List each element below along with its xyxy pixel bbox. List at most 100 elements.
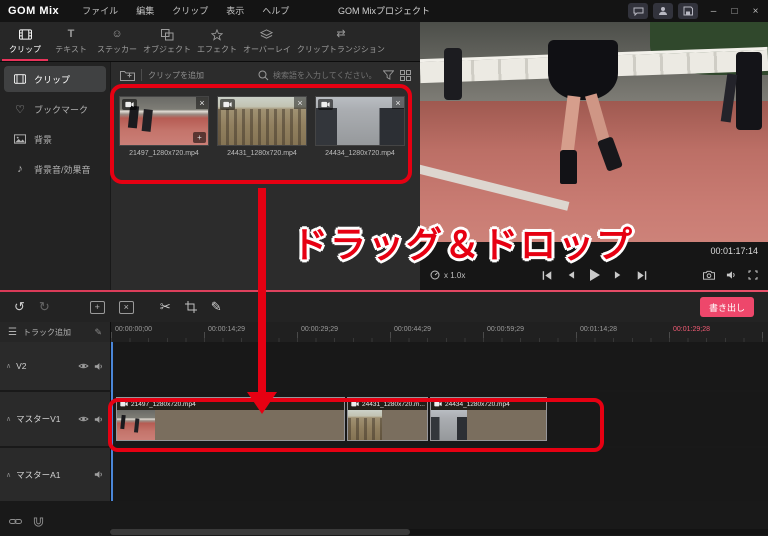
export-button[interactable]: 書き出し [700,297,754,317]
search-input[interactable] [273,70,377,80]
add-clip-label[interactable]: クリップを追加 [148,70,204,81]
volume-icon[interactable] [726,270,737,280]
fullscreen-icon[interactable] [748,270,758,280]
crop-icon[interactable] [184,301,197,313]
track-name: V2 [16,361,27,371]
save-button[interactable] [678,3,698,19]
collapse-chevron-icon[interactable]: ∧ [6,415,11,423]
video-pedestrian [736,52,762,130]
smiley-icon: ☺ [111,28,123,40]
track-row-master-a1: ∧ マスターA1 [0,448,768,501]
tab-clip-transition[interactable]: ⇄ クリップトランジション [294,22,388,61]
timeline-header: ☰ トラック追加 ✎ 00:00:00;00 00:00:14;29 00:00… [0,322,768,342]
project-title: GOM Mixプロジェクト [338,6,430,16]
timeline-ruler[interactable]: 00:00:00;00 00:00:14;29 00:00:29;29 00:0… [110,322,768,342]
skip-end-icon[interactable] [636,270,648,281]
tab-label: オーバーレイ [243,45,291,54]
tab-label: エフェクト [197,45,237,54]
timeline-toolbar: ↺ ↻ + × ✂ ✎ 書き出し [0,292,768,322]
filter-icon[interactable] [383,70,394,80]
mute-speaker-icon[interactable] [94,415,104,424]
person-icon [658,6,668,16]
undo-icon[interactable]: ↺ [14,299,25,315]
collapse-chevron-icon[interactable]: ∧ [6,471,11,479]
menu-help[interactable]: ヘルプ [253,0,298,22]
tab-text[interactable]: T テキスト [48,22,94,61]
delete-clip-box-icon[interactable]: × [118,300,134,314]
tab-label: クリップ [9,45,41,54]
tab-label: テキスト [55,45,87,54]
add-clip-icon[interactable] [120,69,135,81]
minimize-button[interactable]: – [703,0,724,22]
sidebar-item-bookmark[interactable]: ♡ ブックマーク [4,96,106,122]
tab-sticker[interactable]: ☺ ステッカー [94,22,140,61]
menu-edit[interactable]: 編集 [127,0,163,22]
track-content-v2[interactable] [110,342,768,390]
speed-value: x 1.0x [444,270,466,280]
mute-speaker-icon[interactable] [94,362,104,371]
edit-tracks-icon[interactable]: ✎ [94,327,102,338]
scrollbar-thumb[interactable] [110,529,410,535]
snap-magnet-icon[interactable] [33,517,44,528]
frame-back-icon[interactable] [566,270,575,280]
mute-speaker-icon[interactable] [94,470,104,479]
timeline-footer-tools [9,517,44,528]
titlebar: GOM Mix ファイル 編集 クリップ 表示 ヘルプ GOM Mixプロジェク… [0,0,768,22]
music-note-icon: ♪ [17,163,23,175]
sidebar-item-background[interactable]: 背景 [4,126,106,152]
track-row-v2: ∧ V2 [0,342,768,390]
sidebar-item-clip[interactable]: クリップ [4,66,106,92]
video-figure-skirt [548,40,618,100]
gom-mix-window: GOM Mix ファイル 編集 クリップ 表示 ヘルプ GOM Mixプロジェク… [0,0,768,536]
annotation-box-timeline-clips [108,398,604,452]
speed-gauge-icon [430,270,440,280]
tab-clip[interactable]: クリップ [2,22,48,61]
preview-video[interactable] [420,22,768,242]
add-clip-box-icon[interactable]: + [89,300,105,314]
ruler-timecode: 00:01:29;28 [673,326,710,333]
pen-icon[interactable]: ✎ [211,299,222,315]
timeline-scrollbar[interactable] [110,529,768,535]
search-box [258,70,377,81]
tab-overlay[interactable]: オーバーレイ [240,22,294,61]
collapse-chevron-icon[interactable]: ∧ [6,362,11,370]
visibility-eye-icon[interactable] [78,362,89,370]
account-button[interactable] [653,3,673,19]
sidebar-item-label: ブックマーク [34,104,89,115]
playback-speed[interactable]: x 1.0x [430,270,465,280]
total-duration: 00:01:17:14 [710,246,758,256]
text-icon: T [67,28,75,40]
track-header-master-a1[interactable]: ∧ マスターA1 [0,448,110,501]
menu-view[interactable]: 表示 [217,0,253,22]
ruler-timecode: 00:00:29;29 [301,326,338,333]
link-icon[interactable] [9,517,22,528]
hamburger-icon: ☰ [8,326,17,338]
track-header-master-v1[interactable]: ∧ マスターV1 [0,392,110,446]
panel-splitter[interactable] [0,290,768,292]
track-content-master-a1[interactable] [110,448,768,501]
track-header-v2[interactable]: ∧ V2 [0,342,110,390]
tab-object[interactable]: オブジェクト [140,22,194,61]
play-icon[interactable] [588,268,601,282]
app-logo: GOM Mix [8,5,60,17]
menu-file[interactable]: ファイル [73,0,127,22]
window-controls: – □ × [703,0,766,22]
feedback-button[interactable] [628,3,648,19]
add-track-button[interactable]: ☰ トラック追加 ✎ [0,322,110,342]
redo-icon[interactable]: ↻ [39,299,50,315]
grid-view-icon[interactable] [400,69,411,81]
snapshot-camera-icon[interactable] [703,270,715,280]
skip-start-icon[interactable] [541,270,553,281]
save-disk-icon [683,6,693,16]
frame-forward-icon[interactable] [614,270,623,280]
close-button[interactable]: × [745,0,766,22]
tab-effect[interactable]: エフェクト [194,22,240,61]
visibility-eye-icon[interactable] [78,415,89,423]
cut-scissors-icon[interactable]: ✂ [160,299,171,315]
sidebar-item-bgm-sfx[interactable]: ♪ 背景音/効果音 [4,156,106,182]
tab-label: クリップトランジション [296,45,385,54]
search-icon [258,70,269,81]
track-toggles [94,470,104,479]
maximize-button[interactable]: □ [724,0,745,22]
menu-clip[interactable]: クリップ [163,0,217,22]
